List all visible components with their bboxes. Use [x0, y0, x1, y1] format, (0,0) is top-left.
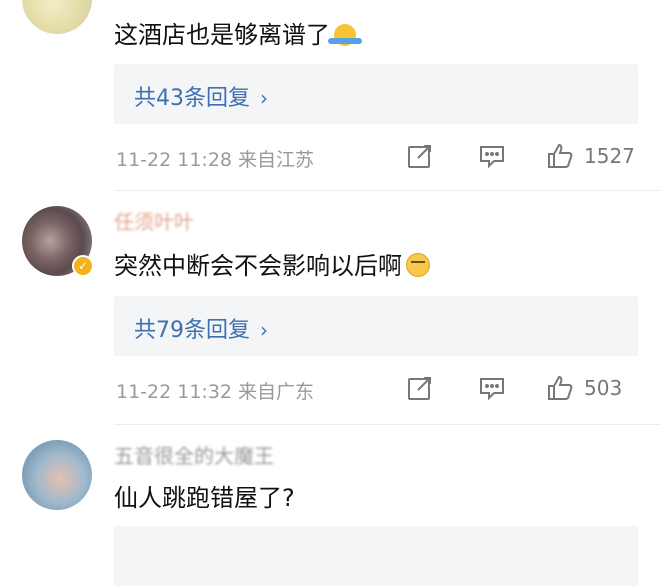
avatar[interactable] — [22, 440, 92, 510]
share-icon[interactable] — [406, 142, 434, 170]
divider — [114, 424, 660, 425]
like-icon[interactable] — [546, 374, 574, 402]
replies-count: 共43条回复 — [134, 86, 250, 111]
comment-text-content: 这酒店也是够离谱了 — [114, 21, 330, 49]
reply-box[interactable]: 共79条回复 › — [114, 296, 638, 356]
view-replies-link[interactable]: 共79条回复 › — [134, 312, 268, 344]
shrug-emoji-icon — [328, 24, 362, 46]
like-count: 1527 — [584, 144, 635, 168]
reply-box[interactable]: 共43条回复 › — [114, 64, 638, 124]
like-count: 503 — [584, 376, 623, 400]
share-icon[interactable] — [406, 374, 434, 402]
comment-text: 这酒店也是够离谱了 — [114, 15, 362, 50]
verified-badge-icon: ✓ — [72, 255, 94, 277]
replies-count: 共79条回复 — [134, 318, 250, 343]
comment-meta: 11-22 11:32 来自广东 — [116, 381, 315, 403]
sweat-face-emoji-icon — [406, 253, 430, 277]
comment-actions: 503 — [406, 374, 638, 404]
comment-text-content: 突然中断会不会影响以后啊 — [114, 252, 402, 280]
comment-actions: 1527 — [406, 142, 638, 172]
chevron-right-icon: › — [260, 318, 268, 342]
username[interactable]: 五音很全的大魔王 — [114, 440, 274, 469]
divider — [114, 190, 660, 191]
like-icon[interactable] — [546, 142, 574, 170]
comment-icon[interactable] — [478, 142, 506, 170]
comment-icon[interactable] — [478, 374, 506, 402]
comment-text: 仙人跳跑错屋了? — [114, 484, 295, 512]
comment-text: 突然中断会不会影响以后啊 — [114, 246, 430, 281]
comment-meta: 11-22 11:28 来自江苏 — [116, 149, 315, 171]
reply-box[interactable] — [114, 526, 638, 586]
view-replies-link[interactable]: 共43条回复 › — [134, 80, 268, 112]
avatar[interactable] — [22, 0, 92, 34]
chevron-right-icon: › — [260, 86, 268, 110]
username[interactable]: 任须叶叶 — [114, 206, 194, 235]
